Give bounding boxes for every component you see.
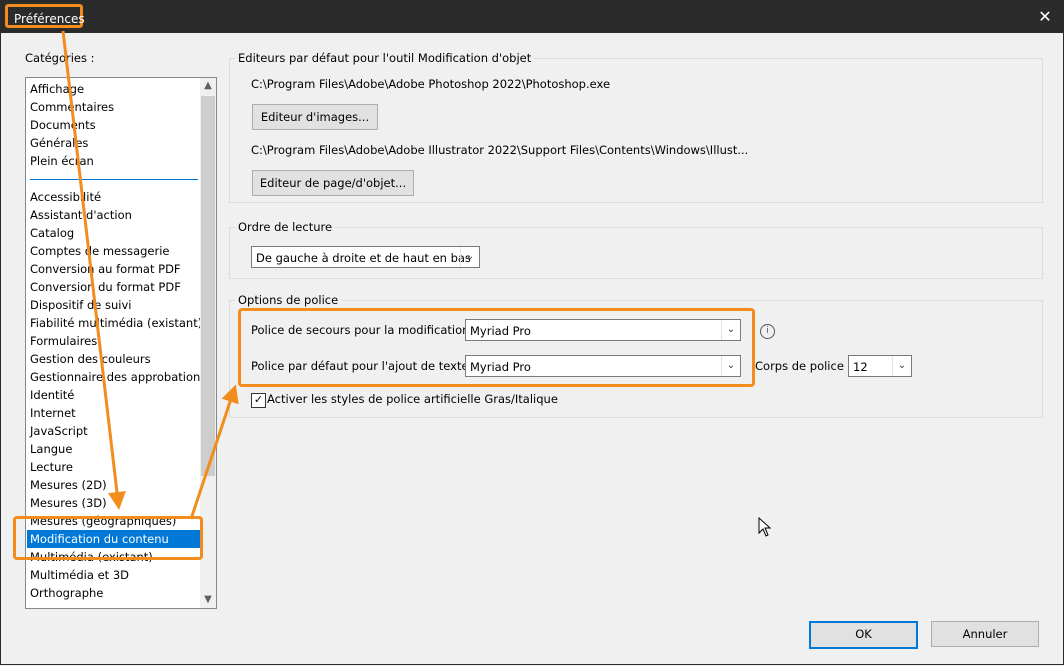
arrow-title-to-category bbox=[61, 30, 126, 510]
arrow-category-to-fonts bbox=[189, 384, 239, 520]
preferences-dialog: Préférences ✕ Catégories : Orthographe Mu… bbox=[0, 0, 1064, 665]
annotation-arrows bbox=[61, 30, 239, 520]
mouse-cursor-icon bbox=[758, 517, 772, 537]
